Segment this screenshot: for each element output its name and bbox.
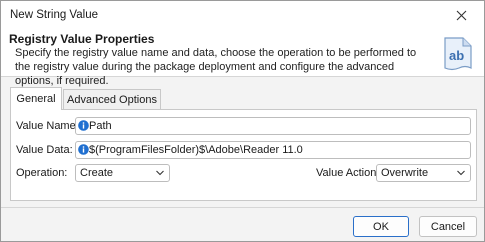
value-data-label: Value Data: <box>16 144 73 156</box>
window-title: New String Value <box>10 9 98 21</box>
close-button[interactable] <box>444 3 478 27</box>
header-title: Registry Value Properties <box>9 32 155 46</box>
value-data-text: $(ProgramFilesFolder)$\Adobe\Reader 11.0 <box>89 144 303 156</box>
chevron-down-icon <box>156 170 164 176</box>
icon-text: ab <box>449 48 464 63</box>
operation-value: Create <box>80 167 114 179</box>
operation-label: Operation: <box>16 167 68 179</box>
tab-advanced-options[interactable]: Advanced Options <box>63 89 161 109</box>
value-action-value: Overwrite <box>381 167 429 179</box>
value-name-field[interactable]: Path <box>75 117 471 135</box>
dialog-window: New String Value Registry Value Properti… <box>0 0 485 242</box>
general-panel: Value Name: Path Value Data: $(ProgramFi… <box>10 109 477 201</box>
header-description: Specify the registry value name and data… <box>15 47 417 87</box>
value-data-field[interactable]: $(ProgramFilesFolder)$\Adobe\Reader 11.0 <box>75 141 471 159</box>
ok-button[interactable]: OK <box>353 216 409 237</box>
value-action-label: Value Action: <box>316 167 380 179</box>
tab-general[interactable]: General <box>10 87 62 110</box>
value-action-dropdown[interactable]: Overwrite <box>376 164 471 182</box>
info-icon <box>78 120 89 131</box>
cancel-button[interactable]: Cancel <box>419 216 477 237</box>
value-name-text: Path <box>89 120 112 132</box>
footer-divider <box>1 207 484 208</box>
info-icon <box>78 144 89 155</box>
header-banner: Registry Value Properties Specify the re… <box>1 29 484 87</box>
value-name-label: Value Name: <box>16 120 79 132</box>
title-bar: New String Value <box>1 1 484 29</box>
operation-dropdown[interactable]: Create <box>75 164 170 182</box>
chevron-down-icon <box>457 170 465 176</box>
close-icon <box>456 10 466 20</box>
string-value-ab-icon: ab <box>444 37 472 71</box>
